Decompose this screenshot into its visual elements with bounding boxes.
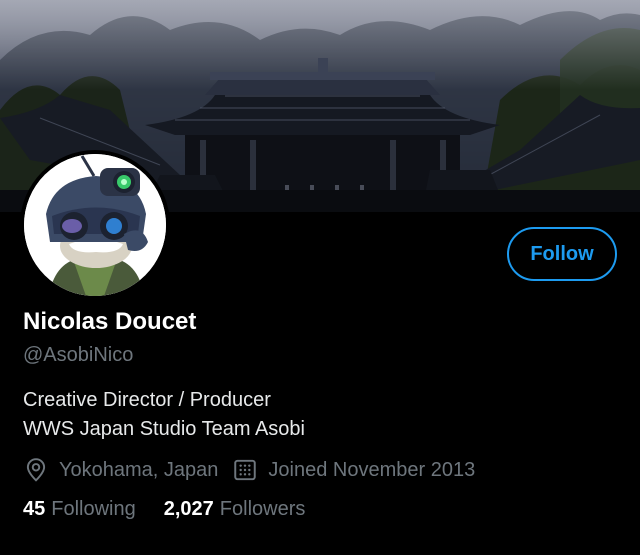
profile-avatar[interactable] (20, 150, 170, 300)
avatar-image (24, 154, 166, 296)
location-text: Yokohama, Japan (59, 458, 219, 481)
profile-header: Follow Nicolas Doucet @AsobiNico Creativ… (0, 0, 640, 555)
user-handle: @AsobiNico (23, 344, 134, 366)
followers-link[interactable]: 2,027 Followers (164, 498, 306, 521)
follow-button[interactable]: Follow (507, 227, 617, 281)
followers-count: 2,027 (163, 498, 214, 520)
profile-joined-date: Joined November 2013 (232, 457, 475, 483)
joined-text: Joined November 2013 (268, 458, 476, 481)
bio-line: WWS Japan Studio Team Asobi (23, 418, 305, 440)
display-name: Nicolas Doucet (23, 308, 197, 335)
profile-location: Yokohama, Japan (23, 457, 218, 483)
profile-bio: Creative Director / Producer WWS Japan S… (23, 386, 305, 444)
following-link[interactable]: 45 Following (23, 498, 136, 521)
following-count: 45 (23, 498, 46, 520)
location-pin-icon (23, 457, 49, 483)
followers-label: Followers (219, 498, 306, 520)
profile-meta: Yokohama, Japan Joined November 2013 (23, 456, 475, 484)
bio-line: Creative Director / Producer (23, 389, 271, 411)
calendar-icon (232, 457, 258, 483)
following-label: Following (51, 498, 136, 520)
profile-stats: 45 Following 2,027 Followers (23, 498, 305, 521)
